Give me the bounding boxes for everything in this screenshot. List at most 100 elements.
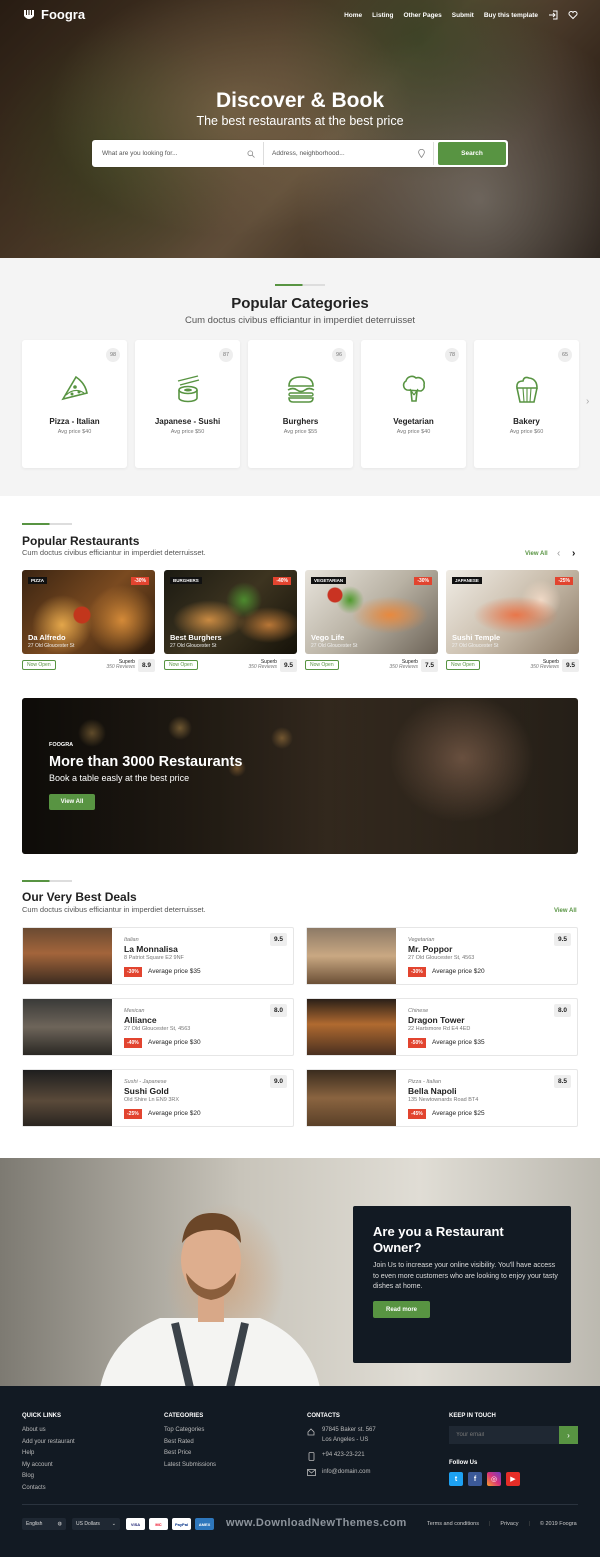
login-icon[interactable] [548, 10, 558, 20]
footer-link[interactable]: Help [22, 1448, 75, 1460]
watermark: www.DownloadNewThemes.com [226, 1517, 407, 1529]
nav-buy-template[interactable]: Buy this template [484, 12, 538, 19]
read-more-button[interactable]: Read more [373, 1301, 430, 1318]
category-card-sushi[interactable]: 87 Japanese - Sushi Avg price $50 [135, 340, 240, 468]
category-count: 65 [558, 348, 572, 362]
newsletter-email-input[interactable] [449, 1426, 559, 1444]
category-card-burghers[interactable]: 96 Burghers Avg price $55 [248, 340, 353, 468]
deal-score: 9.5 [553, 933, 571, 946]
category-card-bakery[interactable]: 65 Bakery Avg price $60 [474, 340, 579, 468]
footer-link[interactable]: Latest Submissions [164, 1460, 216, 1472]
quick-links-list: About us Add your restaurant Help My acc… [22, 1425, 75, 1494]
restaurant-tag: BURGHERS [170, 577, 202, 584]
privacy-link[interactable]: Privacy [500, 1521, 518, 1527]
newsletter-submit-button[interactable]: › [559, 1426, 578, 1444]
phone-icon [308, 1452, 315, 1461]
category-price: Avg price $50 [170, 429, 205, 435]
arrow-right-icon: › [567, 1430, 570, 1440]
category-card-vegetarian[interactable]: 78 Vegetarian Avg price $40 [361, 340, 466, 468]
payment-cards: VISA MC PayPal AMEX [126, 1518, 214, 1530]
review-count: 350 Reviews [530, 664, 559, 670]
nav-home[interactable]: Home [344, 12, 362, 19]
owner-title: Are you a Restaurant Owner? [373, 1224, 504, 1255]
review-count: 350 Reviews [389, 664, 418, 670]
footer-link[interactable]: Best Rated [164, 1437, 216, 1449]
language-select[interactable]: English ◍ [22, 1518, 66, 1530]
score-badge: 8.9 [137, 658, 155, 672]
banner-subtitle: Book a table easly at the best price [49, 773, 190, 783]
footer-link[interactable]: Add your restaurant [22, 1437, 75, 1449]
category-card-pizza[interactable]: 98 Pizza - Italian Avg price $40 [22, 340, 127, 468]
deal-name: Sushi Gold [124, 1086, 169, 1096]
broccoli-icon [402, 375, 425, 402]
nav-listing[interactable]: Listing [372, 12, 393, 19]
popular-subtitle: Cum doctus civibus efficiantur in imperd… [22, 548, 206, 557]
address-placeholder: Address, neighborhood... [272, 150, 345, 157]
deal-price: Average price $35 [432, 1039, 485, 1046]
next-arrow-icon[interactable]: › [572, 548, 575, 559]
deal-card[interactable]: Sushi - Japanese Sushi Gold Old Shire Ln… [22, 1069, 294, 1127]
deal-card[interactable]: Pizza - Italian Bella Napoli 135 Newtown… [306, 1069, 578, 1127]
heart-icon[interactable] [568, 10, 578, 20]
currency-select[interactable]: US Dollars ⌄ [72, 1518, 120, 1530]
restaurant-card[interactable]: BURGHERS -40% Best Burghers 27 Old Glouc… [164, 570, 297, 672]
footer-link[interactable]: My account [22, 1460, 75, 1472]
restaurant-name: Da Alfredo [28, 633, 66, 642]
contact-email[interactable]: info@domain.com [322, 1467, 370, 1479]
logo[interactable]: Foogra [22, 7, 85, 22]
deal-photo [23, 928, 112, 984]
footer-link[interactable]: Blog [22, 1471, 75, 1483]
categories-title: Popular Categories [231, 295, 369, 312]
search-button[interactable]: Search [438, 142, 506, 165]
deal-card[interactable]: Vegetarian Mr. Poppor 27 Old Gloucester … [306, 927, 578, 985]
restaurant-card[interactable]: VEGETARIAN -30% Vego Life 27 Old Glouces… [305, 570, 438, 672]
address-line-1: 97845 Baker st. 567 [322, 1427, 376, 1433]
deal-address: 135 Newtownards Road BT4 [408, 1097, 479, 1103]
deal-card[interactable]: Chinese Dragon Tower 22 Hartsmore Rd E4 … [306, 998, 578, 1056]
banner-title: More than 3000 Restaurants [49, 754, 243, 770]
owner-text: Join Us to increase your online visibili… [373, 1262, 558, 1290]
carousel-next-icon[interactable]: › [586, 396, 589, 407]
category-count: 87 [219, 348, 233, 362]
review-count: 350 Reviews [106, 664, 135, 670]
prev-arrow-icon[interactable]: ‹ [557, 548, 560, 559]
banner-view-all-button[interactable]: View All [49, 794, 95, 810]
restaurant-photo: JAPANESE -25% Sushi Temple 27 Old Glouce… [446, 570, 579, 654]
instagram-icon[interactable]: ◎ [487, 1472, 501, 1486]
nav-other-pages[interactable]: Other Pages [403, 12, 441, 19]
footer-link[interactable]: Contacts [22, 1483, 75, 1495]
footer-link[interactable]: Best Price [164, 1448, 216, 1460]
deal-card[interactable]: Mexican Alliance 27 Old Gloucester St, 4… [22, 998, 294, 1056]
home-icon [307, 1428, 315, 1436]
facebook-icon[interactable]: f [468, 1472, 482, 1486]
footer-link[interactable]: Top Categories [164, 1425, 216, 1437]
deal-name: Bella Napoli [408, 1086, 457, 1096]
deal-score: 9.5 [269, 933, 287, 946]
twitter-icon[interactable]: t [449, 1472, 463, 1486]
deals-view-all-link[interactable]: View All [554, 908, 577, 914]
restaurant-card[interactable]: JAPANESE -25% Sushi Temple 27 Old Glouce… [446, 570, 579, 672]
deal-address: 27 Old Gloucester St, 4563 [124, 1026, 191, 1032]
youtube-icon[interactable]: ▶ [506, 1472, 520, 1486]
score-badge: 7.5 [420, 658, 438, 672]
deal-name: Dragon Tower [408, 1015, 465, 1025]
deal-card[interactable]: Italian La Monnalisa 8 Patriot Square E2… [22, 927, 294, 985]
popular-view-all-link[interactable]: View All [525, 551, 548, 557]
section-divider [22, 523, 72, 525]
terms-link[interactable]: Terms and conditions [427, 1521, 479, 1527]
category-price: Avg price $60 [509, 429, 544, 435]
footer-link[interactable]: About us [22, 1425, 75, 1437]
nav-submit[interactable]: Submit [452, 12, 474, 19]
contact-phone[interactable]: +94 423-23-221 [322, 1450, 365, 1462]
open-status-badge: Now Open [305, 660, 339, 670]
discount-badge: -30% [131, 577, 149, 585]
review-count: 350 Reviews [248, 664, 277, 670]
address-input[interactable]: Address, neighborhood... [264, 142, 434, 165]
deal-category: Vegetarian [408, 937, 435, 943]
separator: | [488, 1521, 491, 1527]
restaurant-card[interactable]: PIZZA -30% Da Alfredo 27 Old Gloucester … [22, 570, 155, 672]
hero-subtitle: The best restaurants at the best price [196, 114, 404, 128]
search-input[interactable]: What are you looking for... [94, 142, 264, 165]
score-badge: 9.5 [279, 658, 297, 672]
restaurant-tag: VEGETARIAN [311, 577, 347, 584]
